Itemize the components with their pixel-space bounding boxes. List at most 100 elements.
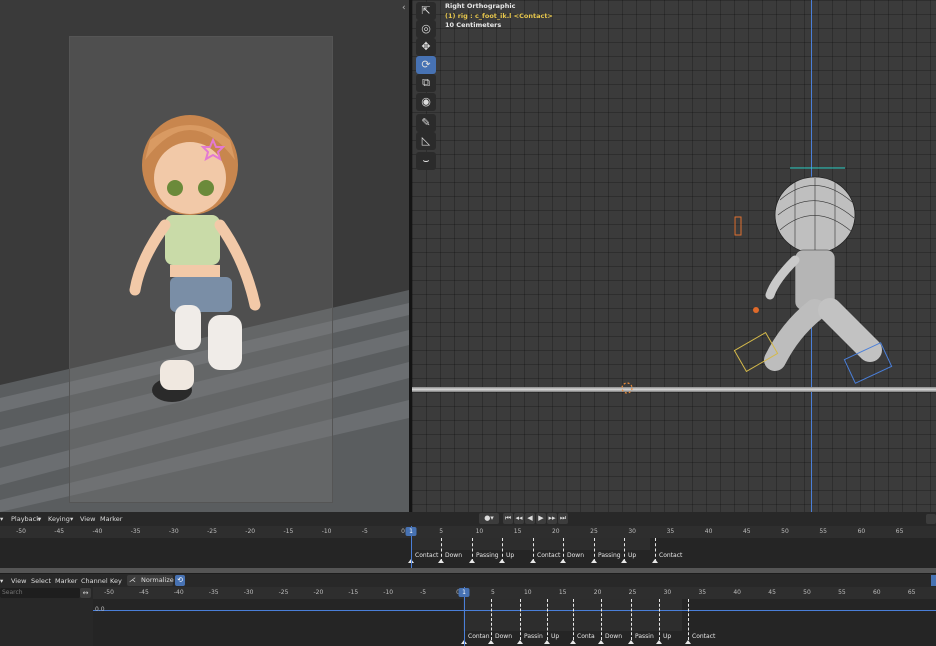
normalize-toggle[interactable]: ⋌ Normalize (127, 575, 174, 586)
timeline-frame-range (412, 538, 650, 550)
play-reverse-icon[interactable]: ◀ (525, 513, 535, 524)
play-icon[interactable]: ▶ (536, 513, 546, 524)
graph-marker-label[interactable]: Contact (692, 633, 715, 640)
move-tool-icon[interactable]: ✥ (416, 38, 436, 56)
swap-icon[interactable]: ↔ (80, 588, 91, 598)
graph-tick-label: 50 (803, 589, 811, 596)
graph-marker-label[interactable]: Conta (577, 633, 595, 640)
timeline-tick-label: 60 (857, 528, 866, 535)
graph-marker-label[interactable]: Up (663, 633, 671, 640)
timeline-tick-label: -25 (207, 528, 217, 535)
graph-marker-label[interactable]: Down (495, 633, 512, 640)
graph-marker-triangle-icon[interactable] (517, 640, 523, 644)
timeline-marker-label[interactable]: Down (567, 552, 584, 559)
timeline-marker-label[interactable]: Up (506, 552, 514, 559)
timeline-marker-label[interactable]: Passing (598, 552, 621, 559)
graph-marker-triangle-icon[interactable] (544, 640, 550, 644)
graph-tick-label: -50 (104, 589, 114, 596)
normalize-label: Normalize (141, 576, 174, 584)
timeline-scrollbar[interactable] (0, 568, 936, 573)
search-input[interactable]: Search (0, 588, 80, 598)
auto-keying-button[interactable]: ●▾ (479, 513, 499, 524)
graph-marker-label[interactable]: Down (605, 633, 622, 640)
character-model[interactable] (120, 100, 280, 420)
cursor-tool-icon[interactable]: ◎ (416, 20, 436, 38)
timeline-marker-menu[interactable]: Marker (100, 512, 122, 526)
graph-marker-triangle-icon[interactable] (488, 640, 494, 644)
timeline-marker-label[interactable]: Contact (415, 552, 438, 559)
graph-marker-menu[interactable]: Marker (55, 574, 77, 588)
timeline-marker-triangle-icon[interactable] (621, 559, 627, 563)
keying-menu[interactable]: Keying (48, 512, 70, 526)
timeline-header (0, 512, 936, 526)
graph-marker-line (601, 599, 602, 640)
fcurve-line (93, 610, 936, 611)
graph-tick-label: -40 (173, 589, 184, 596)
graph-tick-label: -20 (313, 589, 324, 596)
graph-marker-label[interactable]: Contan (468, 633, 490, 640)
timeline-marker-label[interactable]: Contact (537, 552, 560, 559)
timeline-view-menu[interactable]: View (80, 512, 95, 526)
jump-start-icon[interactable]: ⏮ (503, 513, 513, 524)
timeline-marker-triangle-icon[interactable] (530, 559, 536, 563)
graph-tick-label: -10 (383, 589, 394, 596)
graph-marker-triangle-icon[interactable] (598, 640, 604, 644)
timeline-marker-triangle-icon[interactable] (652, 559, 658, 563)
graph-marker-label[interactable]: Up (551, 633, 559, 640)
keying-chevron-icon: ▾ (70, 515, 74, 523)
graph-marker-triangle-icon[interactable] (570, 640, 576, 644)
graph-tick-label: 30 (663, 589, 672, 596)
prev-keyframe-icon[interactable]: ◂◂ (514, 513, 524, 524)
timeline-tick-label: -35 (130, 528, 141, 535)
timeline-marker-triangle-icon[interactable] (438, 559, 444, 563)
timeline-tick-label: -5 (361, 528, 368, 535)
editor-type-chevron-icon[interactable]: ▾ (0, 512, 3, 526)
graph-marker-label[interactable]: Passin (635, 633, 654, 640)
select-tool-icon[interactable]: ⇱ (416, 2, 436, 20)
graph-options-button[interactable] (931, 575, 936, 586)
graph-marker-triangle-icon[interactable] (685, 640, 691, 644)
timeline-options-button[interactable] (926, 514, 936, 524)
graph-marker-line (631, 599, 632, 640)
graph-marker-label[interactable]: Passin (524, 633, 543, 640)
timeline-marker-label[interactable]: Contact (659, 552, 682, 559)
graph-select-menu[interactable]: Select (31, 574, 51, 588)
refresh-icon[interactable]: ⟲ (175, 575, 185, 586)
timeline-tick-label: -15 (283, 528, 294, 535)
timeline-current-frame[interactable]: 1 (405, 527, 417, 536)
timeline-marker-triangle-icon[interactable] (560, 559, 566, 563)
scale-tool-icon[interactable]: ⧉ (416, 74, 436, 92)
timeline-marker-label[interactable]: Passing (476, 552, 499, 559)
timeline-tick-label: -20 (245, 528, 256, 535)
character-wireframe[interactable] (720, 160, 930, 400)
measure-tool-icon[interactable]: ◺ (416, 132, 436, 150)
grid-scale-label: 10 Centimeters (445, 21, 502, 29)
timeline-tick-label: 65 (895, 528, 904, 535)
graph-view-menu[interactable]: View (11, 574, 26, 588)
timeline-marker-label[interactable]: Up (628, 552, 636, 559)
graph-tick-label: -5 (420, 589, 427, 596)
graph-marker-triangle-icon[interactable] (656, 640, 662, 644)
timeline-marker-triangle-icon[interactable] (591, 559, 597, 563)
timeline-marker-label[interactable]: Down (445, 552, 462, 559)
next-keyframe-icon[interactable]: ▸▸ (547, 513, 557, 524)
timeline-tick-label: -40 (92, 528, 103, 535)
graph-editor-type-chevron-icon[interactable]: ▾ (0, 574, 3, 588)
pose-tool-icon[interactable]: ⌣ (416, 152, 436, 170)
timeline-marker-triangle-icon[interactable] (499, 559, 505, 563)
jump-end-icon[interactable]: ⏭ (558, 513, 568, 524)
graph-tick-label: -35 (208, 589, 219, 596)
graph-tick-label: 25 (628, 589, 637, 596)
graph-current-frame[interactable]: 1 (458, 588, 470, 597)
annotate-tool-icon[interactable]: ✎ (416, 114, 436, 132)
graph-key-menu[interactable]: Key (110, 574, 122, 588)
graph-marker-triangle-icon[interactable] (628, 640, 634, 644)
graph-tick-label: 35 (698, 589, 707, 596)
timeline-tick-label: -45 (54, 528, 65, 535)
timeline-marker-triangle-icon[interactable] (469, 559, 475, 563)
playback-menu[interactable]: Playback (11, 512, 40, 526)
transform-tool-icon[interactable]: ◉ (416, 93, 436, 111)
graph-channel-menu[interactable]: Channel (81, 574, 108, 588)
rotate-tool-icon[interactable]: ⟳ (416, 56, 436, 74)
timeline-tick-label: 15 (513, 528, 522, 535)
